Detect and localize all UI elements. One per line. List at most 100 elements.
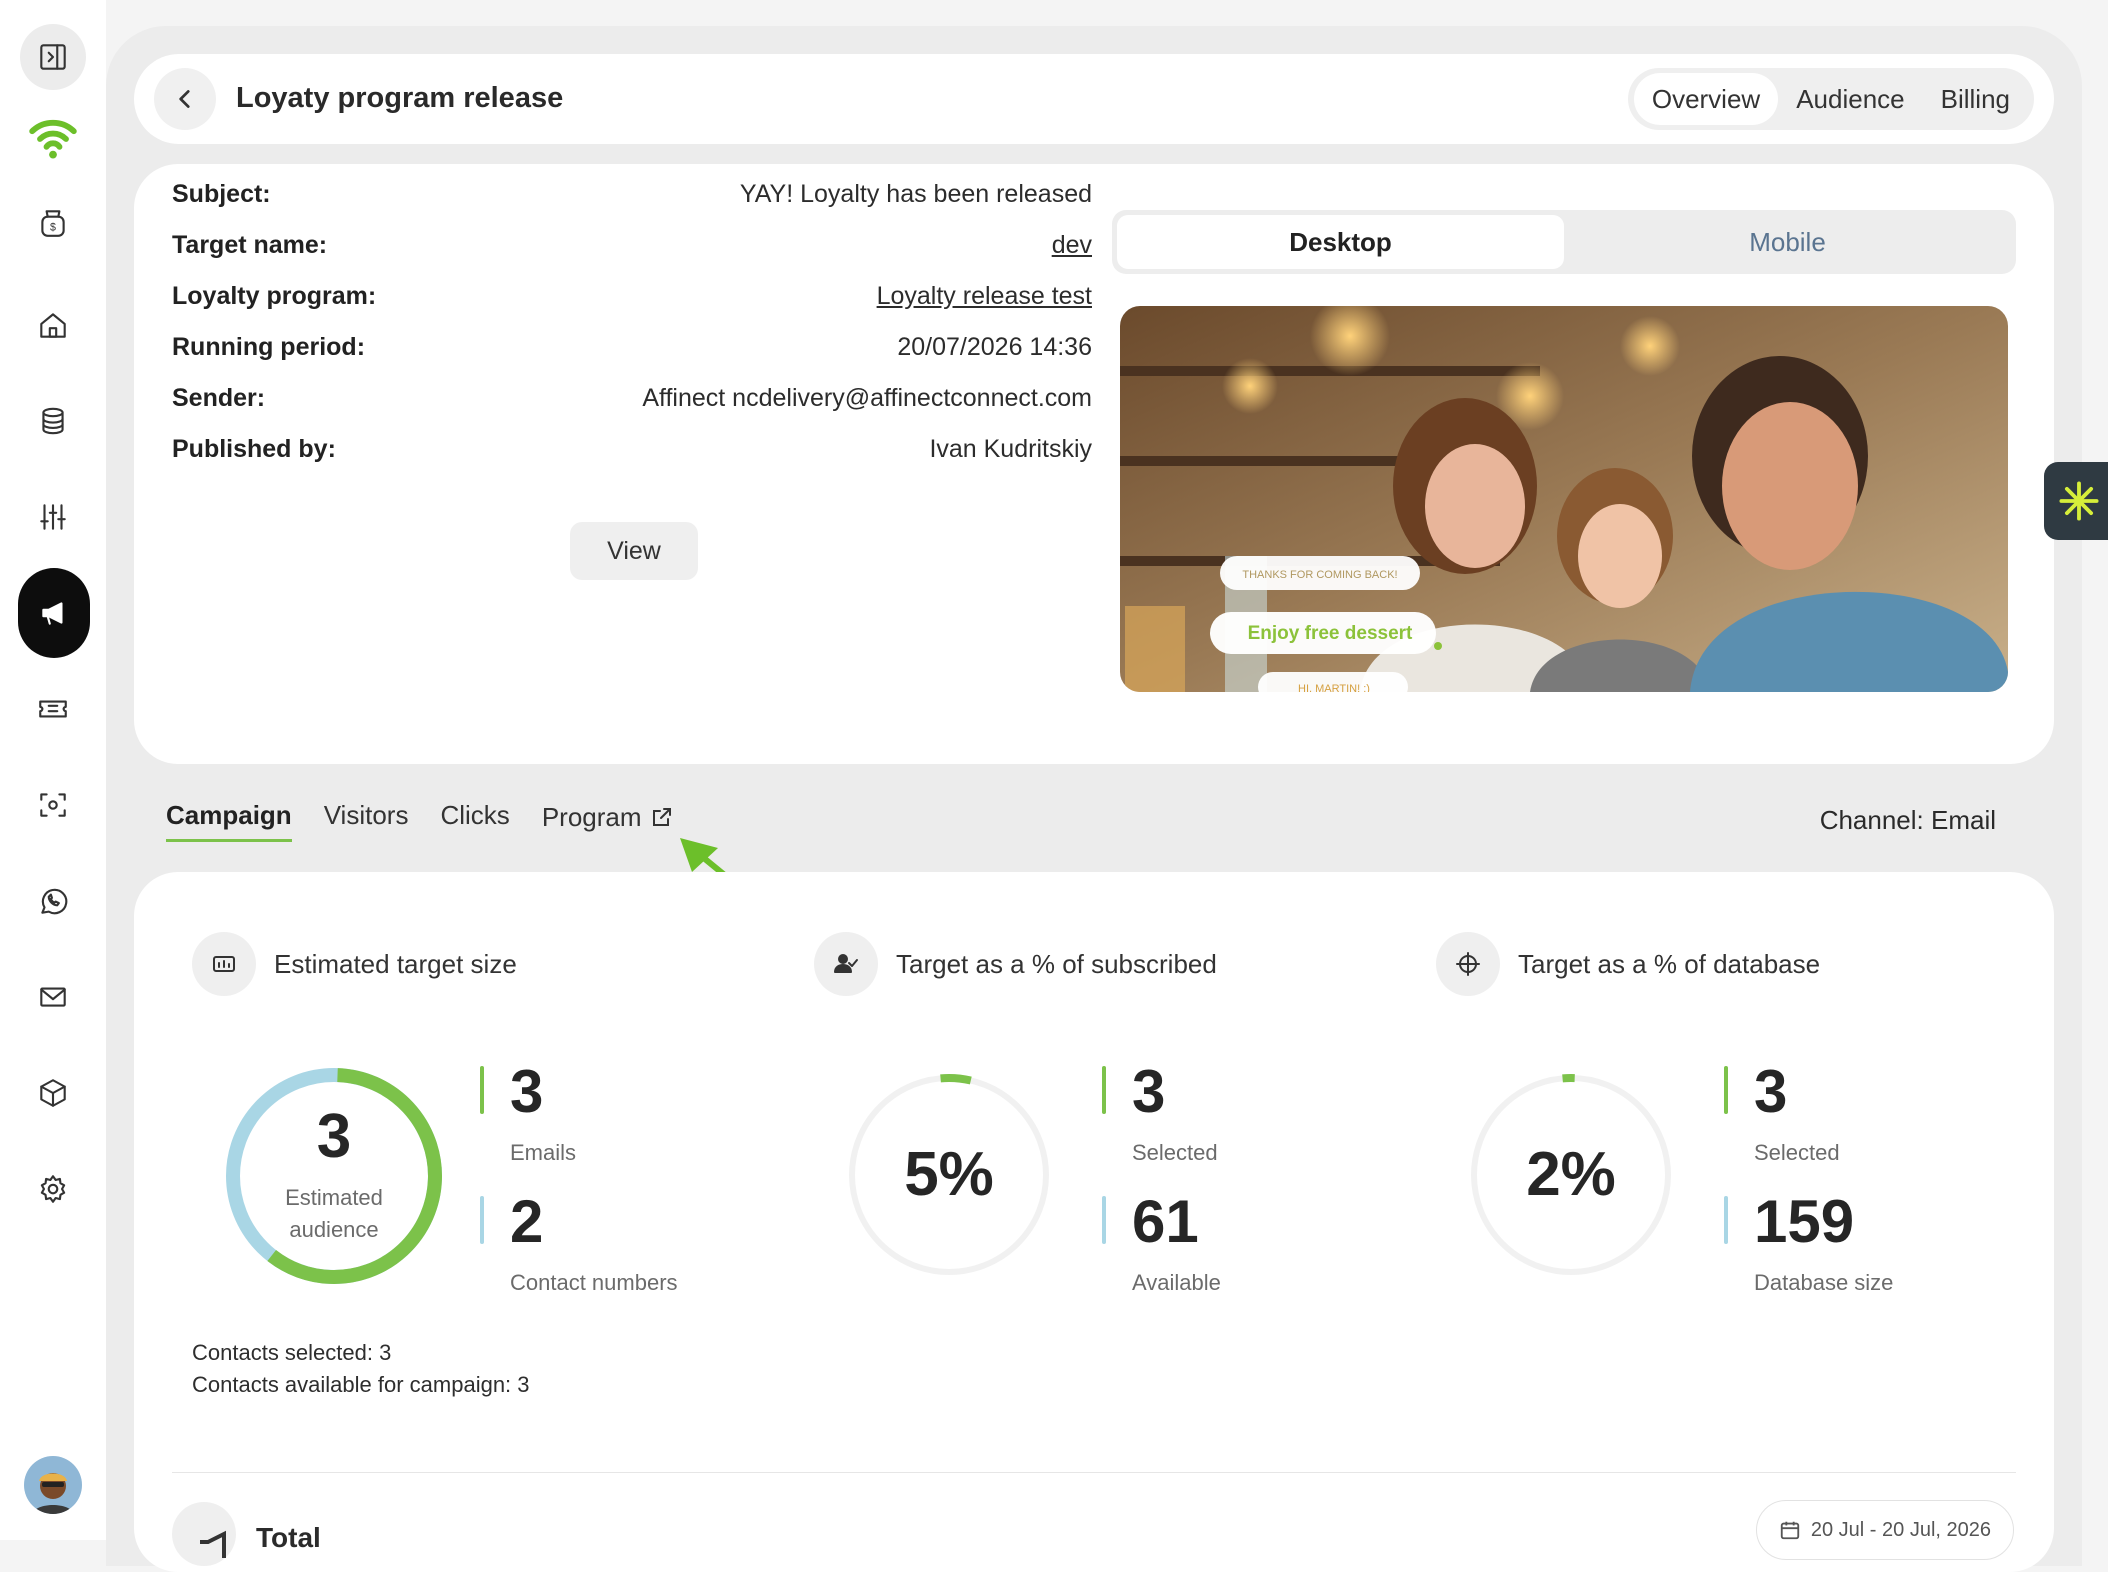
metric-db-size-value: 159 [1754, 1188, 1855, 1255]
sidebar-item-billing[interactable]: $ [20, 190, 86, 256]
megaphone-icon [200, 1530, 226, 1558]
user-avatar[interactable] [24, 1456, 82, 1514]
gear-icon [40, 1175, 66, 1203]
estimated-audience-label: Estimated audience [285, 1185, 383, 1242]
sidebar-item-whatsapp[interactable] [20, 868, 86, 934]
date-range-picker[interactable]: 20 Jul - 20 Jul, 2026 [1755, 1500, 2014, 1560]
sidebar-item-scan[interactable] [20, 772, 86, 838]
metric-db-selected-value: 3 [1754, 1058, 1788, 1125]
metric-emails-label: Emails [510, 1140, 577, 1165]
detail-label: Published by: [172, 434, 336, 463]
database-percent-value: 2% [1526, 1140, 1616, 1209]
calendar-icon [1780, 1521, 1800, 1540]
metric-bar [1724, 1066, 1728, 1114]
metric-selected-value: 3 [1132, 1058, 1166, 1125]
detail-row-sender: Sender: Affinect ncdelivery@affinectconn… [172, 378, 1092, 418]
wifi-logo[interactable] [20, 106, 86, 172]
tab-clicks[interactable]: Clicks [440, 800, 509, 842]
metric-db-selected-label: Selected [1754, 1140, 1840, 1165]
tab-desktop[interactable]: Desktop [1117, 215, 1564, 269]
metric-selected-label: Selected [1132, 1140, 1218, 1165]
page-title: Loyaty program release [236, 82, 564, 114]
chart-box-icon [213, 956, 235, 972]
contacts-selected-note: Contacts selected: 3 [192, 1340, 392, 1365]
sidebar: $ [0, 0, 106, 1540]
svg-text:THANKS FOR COMING BACK!: THANKS FOR COMING BACK! [1242, 569, 1397, 581]
campaign-subtabs: Campaign Visitors Clicks Program [166, 800, 674, 842]
header-tabs: Overview Audience Billing [1627, 68, 2034, 130]
estimated-audience-value: 3 [316, 1102, 352, 1171]
metric-bar [480, 1066, 484, 1114]
metric-contacts: 2 Contact numbers [480, 1192, 678, 1296]
stat-estimated-header: Estimated target size [192, 932, 517, 996]
tab-visitors[interactable]: Visitors [324, 800, 409, 842]
detail-row-period: Running period: 20/07/2026 14:36 [172, 327, 1092, 367]
metric-db-size-label: Database size [1754, 1270, 1894, 1295]
external-link-icon [652, 808, 671, 826]
box-icon [40, 1079, 66, 1107]
mail-icon [40, 987, 66, 1007]
stat-database-icon-wrap [1436, 932, 1500, 996]
metric-db-selected: 3 Selected [1724, 1062, 1840, 1166]
main-content: Loyaty program release Overview Audience… [106, 26, 2082, 1572]
restaurant-photo-illustration: THANKS FOR COMING BACK! Enjoy free desse… [1120, 306, 2008, 692]
database-ring-center: 2% [1468, 1072, 1674, 1278]
contacts-available-note: Contacts available for campaign: 3 [192, 1372, 530, 1397]
sidebar-item-vouchers[interactable] [20, 676, 86, 742]
detail-row-target: Target name: dev [172, 225, 1092, 265]
stat-subscribed-icon-wrap [814, 932, 878, 996]
detail-value: Ivan Kudritskiy [929, 434, 1092, 463]
avatar-illustration-icon [32, 1473, 74, 1514]
help-widget-button[interactable] [2044, 462, 2108, 540]
detail-label: Loyalty program: [172, 281, 377, 310]
detail-label: Sender: [172, 383, 266, 412]
metric-bar [1102, 1196, 1106, 1244]
loyalty-program-link[interactable]: Loyalty release test [877, 282, 1092, 311]
svg-text:Enjoy free dessert: Enjoy free dessert [1248, 623, 1413, 644]
ticket-icon [39, 700, 67, 718]
sidebar-toggle-button[interactable] [20, 24, 86, 90]
divider [172, 1472, 2016, 1473]
chevron-left-icon [179, 90, 190, 108]
sparkle-asterisk-icon [2059, 481, 2099, 521]
tab-billing[interactable]: Billing [1923, 73, 2028, 125]
total-icon-wrap [172, 1502, 236, 1566]
whatsapp-icon [41, 888, 68, 915]
sidebar-item-settings[interactable] [20, 1156, 86, 1222]
sidebar-item-email[interactable] [20, 964, 86, 1030]
detail-row-subject: Subject: YAY! Loyalty has been released [172, 174, 1092, 214]
sidebar-item-home[interactable] [20, 292, 86, 358]
tab-program[interactable]: Program [542, 800, 674, 842]
tab-audience[interactable]: Audience [1778, 73, 1922, 125]
metric-db-size: 159 Database size [1724, 1192, 1893, 1296]
metric-emails-value: 3 [510, 1058, 544, 1125]
sidebar-item-database[interactable] [20, 388, 86, 454]
sidebar-item-settings-sliders[interactable] [20, 484, 86, 550]
money-bag-icon: $ [41, 210, 65, 237]
device-toggle: Desktop Mobile [1112, 210, 2016, 274]
svg-text:$: $ [50, 221, 56, 233]
sidebar-item-campaigns[interactable] [18, 568, 90, 658]
stat-subscribed-title: Target as a % of subscribed [896, 948, 1217, 979]
sidebar-item-products[interactable] [20, 1060, 86, 1126]
metric-available-label: Available [1132, 1270, 1221, 1295]
subscribed-percent-value: 5% [904, 1140, 994, 1209]
tab-overview[interactable]: Overview [1633, 73, 1779, 125]
user-check-icon [834, 954, 858, 973]
tab-mobile[interactable]: Mobile [1564, 215, 2011, 269]
detail-value: Affinect ncdelivery@affinectconnect.com [642, 383, 1092, 412]
back-button[interactable] [154, 68, 216, 130]
target-name-link[interactable]: dev [1052, 231, 1092, 260]
view-button[interactable]: View [570, 522, 698, 580]
campaign-details-card: Subject: YAY! Loyalty has been released … [134, 164, 2054, 764]
tab-campaign[interactable]: Campaign [166, 800, 292, 842]
total-title: Total [256, 1522, 321, 1553]
page-header: Loyaty program release Overview Audience… [134, 54, 2054, 144]
tab-program-label: Program [541, 801, 642, 832]
detail-row-published: Published by: Ivan Kudritskiy [172, 429, 1092, 469]
subscribed-ring-center: 5% [846, 1072, 1052, 1278]
metric-bar [1102, 1066, 1106, 1114]
metric-selected: 3 Selected [1102, 1062, 1218, 1166]
wifi-logo-icon [29, 119, 77, 159]
detail-row-loyalty: Loyalty program: Loyalty release test [172, 276, 1092, 316]
